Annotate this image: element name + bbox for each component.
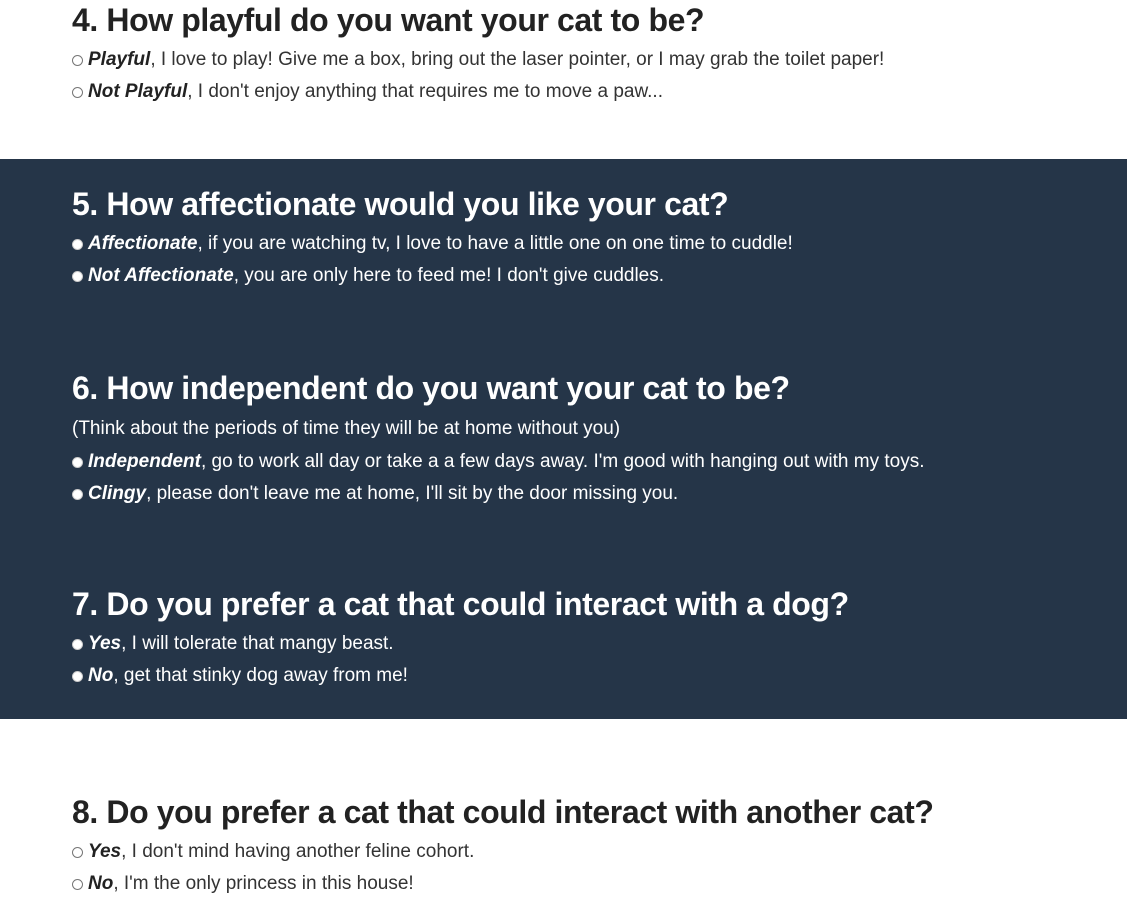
question-4-section: 4. How playful do you want your cat to b…	[0, 0, 1127, 159]
option-description: , if you are watching tv, I love to have…	[197, 233, 793, 254]
option-playful[interactable]: Playful, I love to play! Give me a box, …	[72, 44, 884, 76]
radio-button[interactable]	[72, 670, 83, 682]
option-label: No	[88, 873, 114, 894]
question-8-section: 8. Do you prefer a cat that could intera…	[0, 719, 1127, 911]
option-label: Affectionate	[88, 233, 198, 254]
option-description: , I don't mind having another feline coh…	[121, 841, 475, 862]
option-label: Yes	[88, 633, 122, 654]
question-7: 7. Do you prefer a cat that could intera…	[72, 586, 849, 692]
option-description: , you are only here to feed me! I don't …	[233, 265, 665, 286]
question-title: 4. How playful do you want your cat to b…	[72, 2, 705, 38]
option-label: No	[88, 665, 114, 686]
option-yes-cat[interactable]: Yes, I don't mind having another feline …	[72, 836, 934, 868]
radio-button[interactable]	[72, 238, 83, 250]
question-title: 6. How independent do you want your cat …	[72, 370, 790, 406]
option-label: Playful	[88, 49, 151, 70]
option-label: Not Playful	[88, 81, 188, 102]
option-label: Independent	[88, 451, 201, 472]
question-5: 5. How affectionate would you like your …	[72, 186, 793, 292]
radio-button[interactable]	[72, 846, 83, 858]
option-clingy[interactable]: Clingy, please don't leave me at home, I…	[72, 478, 924, 510]
radio-button[interactable]	[72, 488, 83, 500]
radio-button[interactable]	[72, 86, 83, 98]
radio-button[interactable]	[72, 270, 83, 282]
option-description: , go to work all day or take a a few day…	[200, 451, 925, 472]
radio-button[interactable]	[72, 456, 83, 468]
option-not-affectionate[interactable]: Not Affectionate, you are only here to f…	[72, 260, 793, 292]
option-description: , I love to play! Give me a box, bring o…	[150, 49, 885, 70]
question-title: 5. How affectionate would you like your …	[72, 186, 729, 222]
option-no-cat[interactable]: No, I'm the only princess in this house!	[72, 868, 934, 900]
option-description: , I don't enjoy anything that requires m…	[187, 81, 663, 102]
option-affectionate[interactable]: Affectionate, if you are watching tv, I …	[72, 228, 793, 260]
question-title: 7. Do you prefer a cat that could intera…	[72, 586, 849, 622]
radio-button[interactable]	[72, 54, 83, 66]
option-description: , I'm the only princess in this house!	[113, 873, 414, 894]
option-description: , I will tolerate that mangy beast.	[121, 633, 394, 654]
option-label: Clingy	[88, 483, 147, 504]
dark-questions-section: 5. How affectionate would you like your …	[0, 159, 1127, 719]
option-label: Yes	[88, 841, 122, 862]
option-independent[interactable]: Independent, go to work all day or take …	[72, 446, 924, 478]
question-6: 6. How independent do you want your cat …	[72, 370, 924, 510]
radio-button[interactable]	[72, 878, 83, 890]
option-description: , get that stinky dog away from me!	[113, 665, 408, 686]
option-label: Not Affectionate	[88, 265, 234, 286]
radio-button[interactable]	[72, 638, 83, 650]
option-no-dog[interactable]: No, get that stinky dog away from me!	[72, 660, 849, 692]
question-title: 8. Do you prefer a cat that could intera…	[72, 794, 934, 830]
option-not-playful[interactable]: Not Playful, I don't enjoy anything that…	[72, 76, 884, 108]
question-note: (Think about the periods of time they wi…	[72, 418, 621, 439]
option-yes-dog[interactable]: Yes, I will tolerate that mangy beast.	[72, 628, 849, 660]
option-description: , please don't leave me at home, I'll si…	[146, 483, 679, 504]
